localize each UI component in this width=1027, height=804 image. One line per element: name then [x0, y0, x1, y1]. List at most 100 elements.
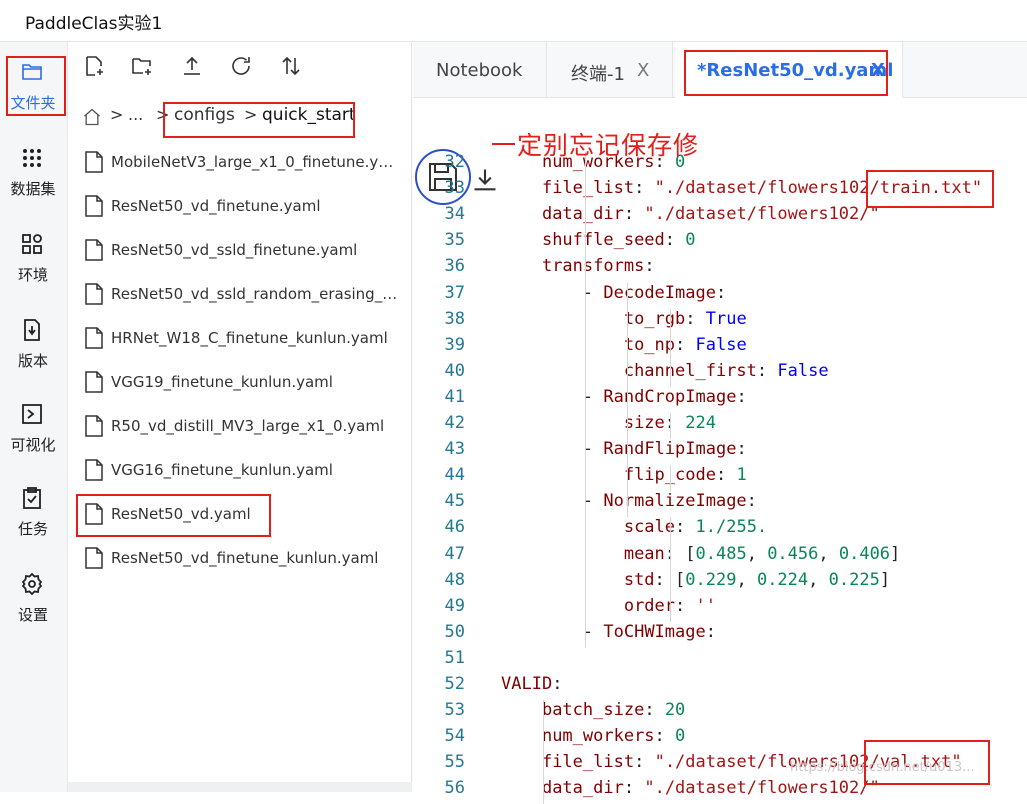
line-number: 41: [444, 386, 465, 407]
refresh-icon[interactable]: [229, 54, 253, 78]
line-number: 54: [444, 726, 465, 747]
tab-label: Notebook: [436, 60, 523, 81]
sidebar-item-dataset[interactable]: 数据集: [0, 146, 66, 226]
new-file-icon[interactable]: [82, 54, 106, 78]
code-line: - DecodeImage:: [582, 282, 727, 303]
code-line: file_list: "./dataset/flowers102/train.t…: [541, 178, 983, 199]
sidebar-item-task[interactable]: 任务: [0, 486, 66, 566]
line-number: 32: [444, 152, 465, 172]
sort-icon[interactable]: [279, 54, 303, 78]
folder-icon: [22, 64, 42, 80]
file-icon: [85, 547, 103, 569]
file-name: VGG16_finetune_kunlun.yaml: [111, 461, 333, 479]
tab-label: *ResNet50_vd.yaml: [697, 60, 894, 81]
code-line: batch_size: 20: [541, 700, 686, 721]
line-number: 43: [444, 439, 465, 460]
sidebar-item-label: 数据集: [10, 180, 56, 198]
watermark: https://blog.csdn.net/u013...: [790, 760, 975, 775]
line-number: 47: [444, 543, 465, 564]
breadcrumb-quick-start[interactable]: quick_start: [262, 105, 356, 125]
sidebar-item-version[interactable]: 版本: [0, 318, 66, 398]
task-icon: [23, 487, 41, 509]
new-folder-icon[interactable]: [130, 54, 154, 78]
sidebar-rail: 文件夹 数据集 环境 版本 可视化 任务 设置: [0, 42, 68, 792]
line-number: 45: [444, 491, 465, 512]
indent-guide: [543, 700, 544, 804]
line-number: 44: [444, 465, 465, 486]
code-line: - RandCropImage:: [582, 386, 747, 407]
breadcrumb-configs[interactable]: configs: [174, 105, 235, 125]
code-line: mean: [0.485, 0.456, 0.406]: [623, 543, 901, 564]
line-number: 51: [444, 647, 465, 668]
sidebar-item-settings[interactable]: 设置: [0, 572, 66, 652]
line-number: 52: [444, 674, 465, 694]
code-line: transforms:: [541, 256, 655, 277]
sidebar-item-environment[interactable]: 环境: [0, 232, 66, 312]
file-icon: [85, 459, 103, 481]
tab-terminal-1[interactable]: 终端-1 X: [547, 42, 673, 98]
indent-guide: [585, 152, 586, 648]
file-icon: [85, 195, 103, 217]
file-item[interactable]: VGG16_finetune_kunlun.yaml: [82, 450, 404, 490]
line-number: 40: [444, 360, 465, 381]
file-item[interactable]: ResNet50_vd.yaml: [82, 494, 404, 534]
code-line: order: '': [623, 595, 716, 616]
sidebar-item-label: 设置: [17, 606, 48, 624]
file-item[interactable]: HRNet_W18_C_finetune_kunlun.yaml: [82, 318, 404, 358]
file-panel: > ... > configs > quick_start MobileNetV…: [68, 42, 412, 792]
file-icon: [85, 239, 103, 261]
tab-bar: Notebook 终端-1 X *ResNet50_vd.yaml X: [413, 42, 1027, 99]
file-icon: [85, 283, 103, 305]
file-item[interactable]: ResNet50_vd_finetune_kunlun.yaml: [82, 538, 404, 578]
file-item[interactable]: ResNet50_vd_finetune.yaml: [82, 186, 404, 226]
tab-notebook[interactable]: Notebook: [413, 42, 547, 98]
code-line: - NormalizeImage:: [582, 491, 757, 512]
annotation-text: 一定别忘记保存修: [491, 131, 700, 160]
upload-icon[interactable]: [180, 54, 204, 78]
code-line: channel_first: False: [623, 360, 829, 381]
file-item[interactable]: VGG19_finetune_kunlun.yaml: [82, 362, 404, 402]
code-line: scale: 1./255.: [623, 517, 768, 538]
home-icon[interactable]: [82, 107, 102, 127]
version-icon: [24, 319, 40, 341]
sidebar-item-visualization[interactable]: 可视化: [0, 402, 66, 482]
horizontal-scrollbar[interactable]: [68, 782, 412, 792]
settings-icon: [21, 572, 43, 596]
close-icon[interactable]: X: [871, 60, 885, 81]
environment-icon: [22, 234, 42, 254]
sidebar-item-label: 任务: [17, 520, 48, 538]
breadcrumb-separator: >: [156, 105, 170, 124]
code-line: to_rgb: True: [623, 308, 747, 329]
sidebar-item-label: 文件夹: [10, 94, 56, 112]
file-name: ResNet50_vd_finetune_kunlun.yaml: [111, 549, 379, 567]
indent-guide: [670, 465, 671, 492]
close-icon[interactable]: X: [637, 60, 649, 81]
code-line: - RandFlipImage:: [582, 439, 747, 460]
line-number: 50: [444, 621, 465, 642]
sidebar-item-label: 环境: [17, 266, 48, 284]
app-title: PaddleClas实验1: [25, 14, 163, 34]
file-item[interactable]: ResNet50_vd_ssld_random_erasing_fi...: [82, 274, 404, 314]
file-icon: [85, 151, 103, 173]
file-name: MobileNetV3_large_x1_0_finetune.yaml: [111, 153, 401, 171]
breadcrumb-ellipsis[interactable]: ...: [128, 105, 143, 124]
code-line: shuffle_seed: 0: [541, 230, 696, 251]
file-name: ResNet50_vd_ssld_finetune.yaml: [111, 241, 358, 259]
file-name: R50_vd_distill_MV3_large_x1_0.yaml: [111, 417, 385, 435]
code-line: size: 224: [623, 413, 716, 433]
file-icon: [85, 503, 103, 525]
line-number: 46: [444, 517, 465, 538]
indent-guide: [670, 413, 671, 440]
file-item[interactable]: R50_vd_distill_MV3_large_x1_0.yaml: [82, 406, 404, 446]
file-icon: [85, 327, 103, 349]
file-item[interactable]: ResNet50_vd_ssld_finetune.yaml: [82, 230, 404, 270]
title-bar: PaddleClas实验1: [0, 0, 1027, 42]
file-item[interactable]: MobileNetV3_large_x1_0_finetune.yaml: [82, 142, 404, 182]
code-line: - ToCHWImage:: [582, 621, 716, 642]
tab-label: 终端-1: [571, 64, 625, 85]
tab-resnet50-vd-yaml[interactable]: *ResNet50_vd.yaml X: [675, 42, 903, 99]
editor-pane: Notebook 终端-1 X *ResNet50_vd.yaml X 32 n…: [413, 42, 1027, 804]
code-editor[interactable]: 32 num_workers: 0 33 file_list: "./datase…: [413, 152, 1027, 804]
line-number: 49: [444, 595, 465, 616]
sidebar-item-folder[interactable]: 文件夹: [0, 60, 66, 140]
